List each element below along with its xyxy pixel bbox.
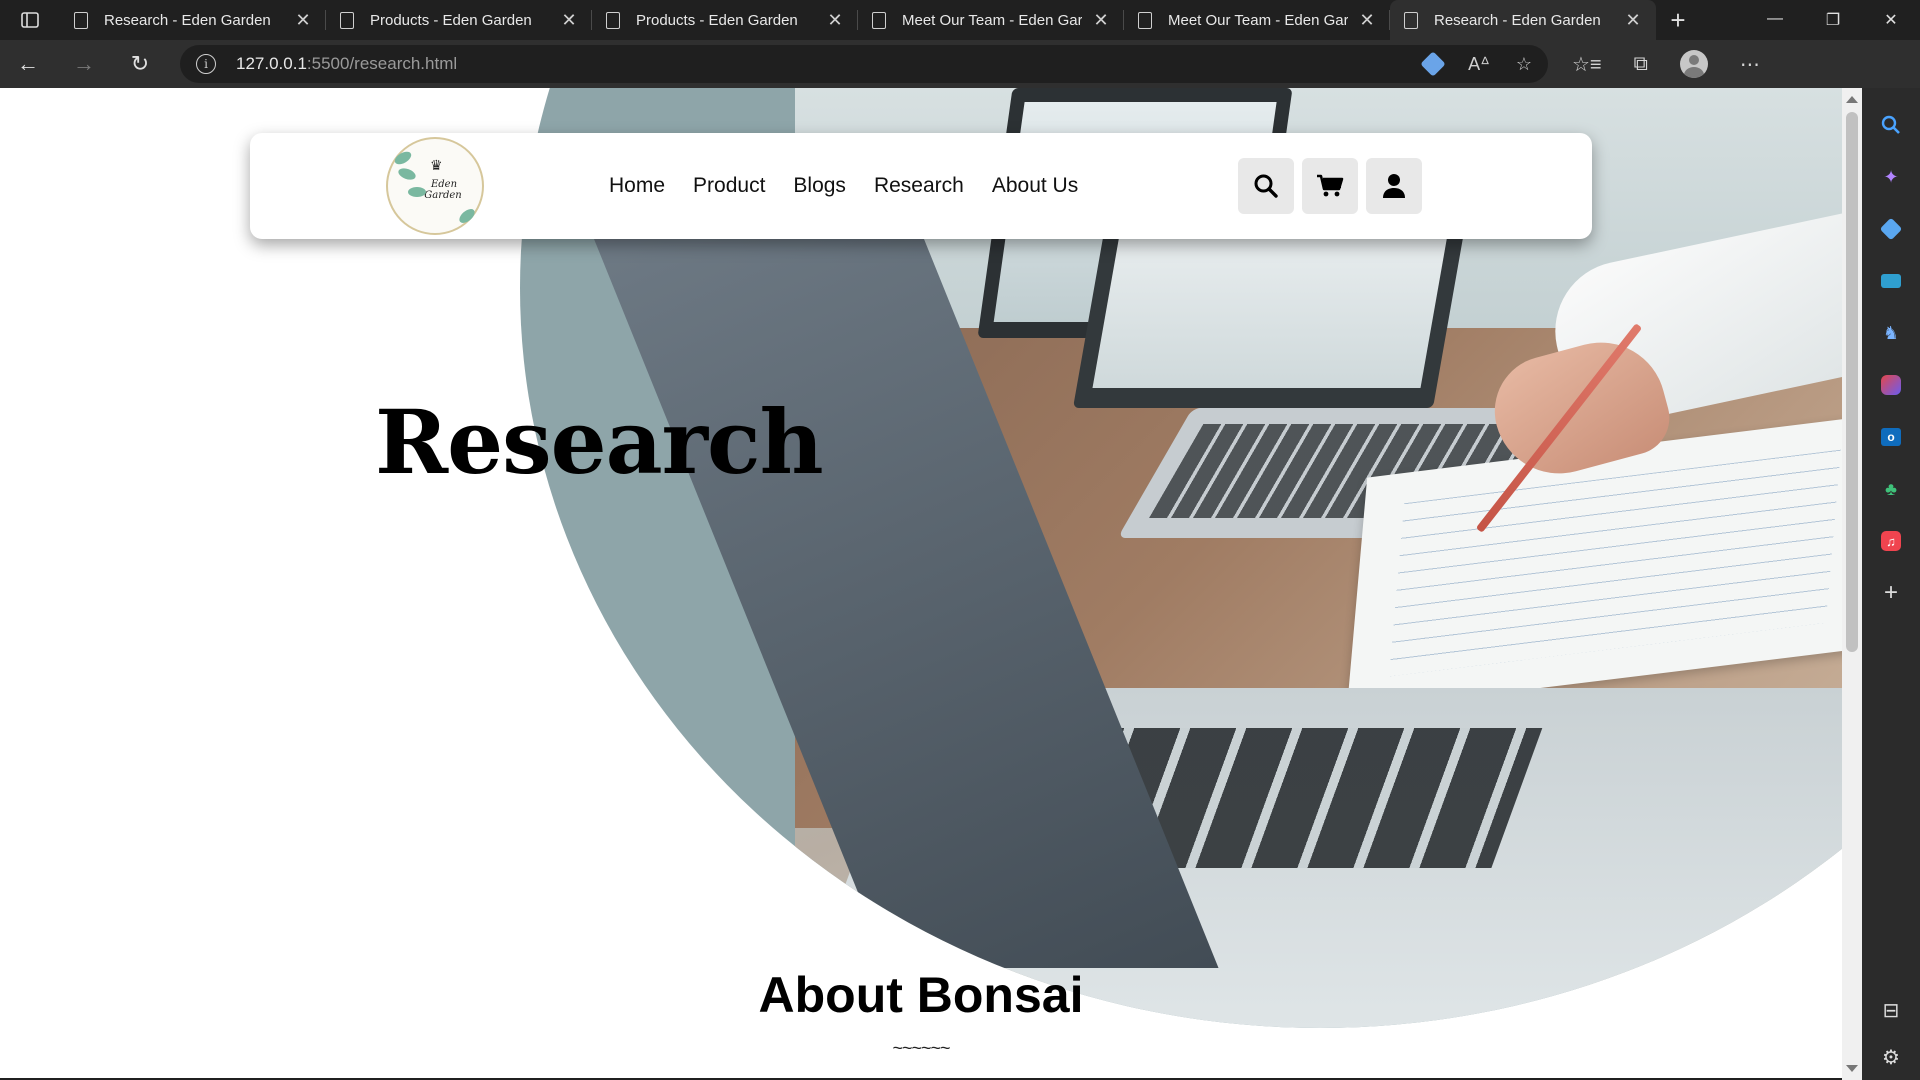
profile-icon[interactable] — [1679, 50, 1708, 78]
url-field[interactable]: i 127.0.0.1:5500/research.html A͏ᐞ ☆ — [180, 45, 1548, 83]
menu-research[interactable]: Research — [874, 174, 964, 198]
tab[interactable]: Meet Our Team - Eden Garden ✕ — [1124, 0, 1390, 40]
main-menu: Home Product Blogs Research About Us — [609, 133, 1106, 239]
section-title: About Bonsai — [758, 967, 1084, 1023]
games-icon[interactable]: ♞ — [1876, 318, 1906, 348]
page-icon — [1404, 11, 1418, 29]
toolbar-right: ☆≡ ⧉ ⋯ — [1572, 50, 1760, 78]
tab[interactable]: Products - Eden Garden ✕ — [592, 0, 858, 40]
tab-title: Products - Eden Garden — [370, 11, 532, 29]
address-bar: ← → ↻ i 127.0.0.1:5500/research.html A͏ᐞ… — [0, 40, 1920, 88]
tools-icon[interactable] — [1876, 266, 1906, 296]
nav-icon-group — [1238, 158, 1422, 214]
url-actions: A͏ᐞ ☆ — [1420, 51, 1548, 77]
scroll-down-icon[interactable] — [1846, 1065, 1858, 1072]
logo-text-line1: Eden — [430, 179, 458, 190]
site-logo[interactable]: ♛ Eden Garden — [386, 137, 484, 235]
favorite-add-icon[interactable]: ☆ — [1516, 54, 1532, 75]
tab-close-icon[interactable]: ✕ — [292, 10, 314, 31]
tab-bar: Research - Eden Garden ✕ Products - Eden … — [0, 0, 1920, 40]
page-icon — [872, 11, 886, 29]
tab-actions-icon — [21, 12, 39, 28]
page-scrollbar[interactable] — [1842, 88, 1862, 1080]
browser-sidebar: ✦ ♞ o ♣ ♫ + ⊟ ⚙ — [1862, 88, 1920, 1080]
tab-close-icon[interactable]: ✕ — [1622, 10, 1644, 31]
page-icon — [74, 11, 88, 29]
menu-about-us[interactable]: About Us — [992, 174, 1078, 198]
shopping-tag-icon[interactable] — [1420, 51, 1446, 77]
cart-button[interactable] — [1302, 158, 1358, 214]
tab[interactable]: Research - Eden Garden ✕ — [60, 0, 326, 40]
tab-close-icon[interactable]: ✕ — [1356, 10, 1378, 31]
scroll-up-icon[interactable] — [1846, 96, 1858, 103]
tab-actions-button[interactable] — [0, 0, 60, 40]
menu-home[interactable]: Home — [609, 174, 665, 198]
back-button[interactable]: ← — [0, 40, 56, 88]
collections-icon[interactable]: ⧉ — [1634, 53, 1648, 76]
outlook-icon[interactable]: o — [1876, 422, 1906, 452]
page-title: Research — [375, 390, 824, 494]
page-icon — [1138, 11, 1152, 29]
page-icon — [340, 11, 354, 29]
tree-icon[interactable]: ♣ — [1876, 474, 1906, 504]
reload-button[interactable]: ↻ — [112, 40, 168, 88]
music-icon[interactable]: ♫ — [1876, 526, 1906, 556]
sidebar-search-icon[interactable] — [1876, 110, 1906, 140]
search-icon — [1254, 174, 1278, 198]
search-button[interactable] — [1238, 158, 1294, 214]
cart-icon — [1317, 174, 1344, 197]
url-path: :5500/research.html — [306, 54, 458, 73]
close-window-button[interactable]: ✕ — [1862, 10, 1920, 30]
copilot-icon[interactable]: ✦ — [1876, 162, 1906, 192]
shopping-icon[interactable] — [1876, 214, 1906, 244]
tab-title: Products - Eden Garden — [636, 11, 798, 29]
window-controls: — ❐ ✕ — [1746, 10, 1920, 30]
url-text[interactable]: 127.0.0.1:5500/research.html — [236, 54, 457, 74]
maximize-button[interactable]: ❐ — [1804, 10, 1862, 30]
office-icon[interactable] — [1876, 370, 1906, 400]
tab-title: Research - Eden Garden — [1434, 11, 1601, 29]
site-info-icon[interactable]: i — [196, 54, 216, 74]
menu-blogs[interactable]: Blogs — [793, 174, 846, 198]
tab-title: Meet Our Team - Eden Garden — [1168, 11, 1348, 29]
sidebar-bottom: ⊟ ⚙ — [1882, 998, 1900, 1070]
crown-icon: ♛ — [430, 157, 443, 173]
url-host: 127.0.0.1 — [236, 54, 307, 73]
menu-product[interactable]: Product — [693, 174, 765, 198]
page-viewport: ♛ Eden Garden Home Product Blogs Researc… — [0, 88, 1842, 1078]
read-aloud-icon[interactable]: A͏ᐞ — [1468, 54, 1490, 75]
tab-active[interactable]: Research - Eden Garden ✕ — [1390, 0, 1656, 40]
tab-close-icon[interactable]: ✕ — [558, 10, 580, 31]
user-button[interactable] — [1366, 158, 1422, 214]
section-divider: ~~~~~~ — [892, 1038, 950, 1058]
minimize-button[interactable]: — — [1746, 10, 1804, 30]
logo-text-line2: Garden — [424, 190, 462, 201]
settings-icon[interactable]: ⚙ — [1882, 1045, 1900, 1070]
favorites-icon[interactable]: ☆≡ — [1572, 52, 1602, 77]
tab-title: Meet Our Team - Eden Garden — [902, 11, 1082, 29]
page-icon — [606, 11, 620, 29]
tab[interactable]: Products - Eden Garden ✕ — [326, 0, 592, 40]
scroll-thumb[interactable] — [1846, 112, 1858, 652]
user-icon — [1383, 174, 1405, 198]
forward-button[interactable]: → — [56, 40, 112, 88]
tab-close-icon[interactable]: ✕ — [1090, 10, 1112, 31]
tab[interactable]: Meet Our Team - Eden Garden ✕ — [858, 0, 1124, 40]
site-navbar: ♛ Eden Garden Home Product Blogs Researc… — [250, 133, 1592, 239]
tab-title: Research - Eden Garden — [104, 11, 271, 29]
sidebar-toggle-icon[interactable]: ⊟ — [1883, 998, 1900, 1023]
new-tab-button[interactable]: + — [1656, 5, 1700, 36]
tab-close-icon[interactable]: ✕ — [824, 10, 846, 31]
more-icon[interactable]: ⋯ — [1740, 52, 1760, 77]
add-icon[interactable]: + — [1876, 578, 1906, 608]
